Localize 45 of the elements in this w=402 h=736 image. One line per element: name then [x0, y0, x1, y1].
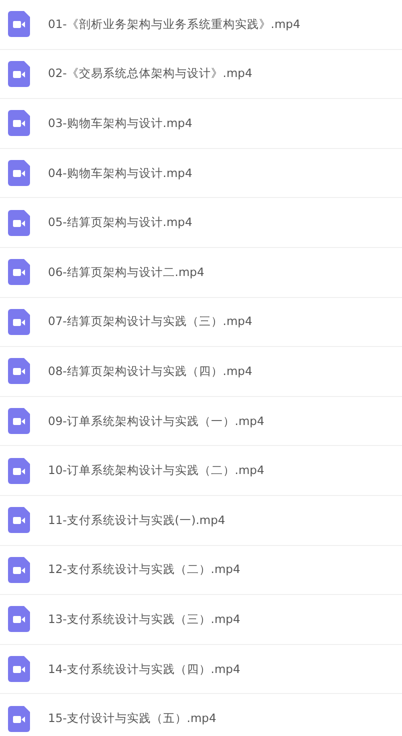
file-name: 12-支付系统设计与实践（二）.mp4: [48, 562, 240, 578]
file-row[interactable]: 10-订单系统架构设计与实践（二）.mp4: [0, 446, 402, 496]
file-name: 11-支付系统设计与实践(一).mp4: [48, 512, 226, 528]
file-row[interactable]: 12-支付系统设计与实践（二）.mp4: [0, 546, 402, 596]
file-row[interactable]: 06-结算页架构与设计二.mp4: [0, 248, 402, 298]
file-name: 13-支付系统设计与实践（三）.mp4: [48, 612, 240, 627]
video-file-icon: [8, 556, 30, 583]
file-row[interactable]: 08-结算页架构设计与实践（四）.mp4: [0, 347, 402, 397]
file-name: 01-《剖析业务架构与业务系统重构实践》.mp4: [48, 16, 300, 32]
file-row[interactable]: 04-购物车架构与设计.mp4: [0, 148, 402, 198]
video-file-icon: [8, 110, 30, 136]
video-file-icon: [8, 408, 30, 434]
file-name: 10-订单系统架构设计与实践（二）.mp4: [48, 463, 264, 478]
video-file-icon: [8, 656, 30, 682]
file-name: 09-订单系统架构设计与实践（一）.mp4: [48, 414, 264, 429]
file-row[interactable]: 13-支付系统设计与实践（三）.mp4: [0, 595, 402, 645]
file-row[interactable]: 03-购物车架构与设计.mp4: [0, 99, 402, 149]
video-file-icon: [8, 308, 30, 335]
video-file-icon: [8, 160, 30, 186]
video-file-icon: [8, 358, 30, 384]
file-name: 07-结算页架构设计与实践（三）.mp4: [48, 314, 252, 330]
file-row[interactable]: 02-《交易系统总体架构与设计》.mp4: [0, 50, 402, 100]
video-file-icon: [8, 210, 30, 236]
file-row[interactable]: 05-结算页架构与设计.mp4: [0, 198, 402, 248]
video-file-icon: [8, 259, 30, 286]
file-row[interactable]: 01-《剖析业务架构与业务系统重构实践》.mp4: [0, 0, 402, 50]
file-name: 14-支付系统设计与实践（四）.mp4: [48, 662, 240, 677]
file-name: 05-结算页架构与设计.mp4: [48, 215, 192, 230]
file-row[interactable]: 14-支付系统设计与实践（四）.mp4: [0, 644, 402, 694]
video-file-icon: [8, 706, 30, 732]
video-file-icon: [8, 507, 30, 534]
file-name: 02-《交易系统总体架构与设计》.mp4: [48, 66, 252, 82]
file-row[interactable]: 07-结算页架构设计与实践（三）.mp4: [0, 298, 402, 348]
file-name: 15-支付设计与实践（五）.mp4: [48, 711, 216, 726]
file-name: 06-结算页架构与设计二.mp4: [48, 264, 204, 280]
file-row[interactable]: 09-订单系统架构设计与实践（一）.mp4: [0, 396, 402, 446]
video-file-icon: [8, 60, 30, 87]
video-file-icon: [8, 606, 30, 632]
video-file-icon: [8, 11, 30, 38]
file-name: 08-结算页架构设计与实践（四）.mp4: [48, 364, 252, 379]
file-name: 03-购物车架构与设计.mp4: [48, 116, 192, 131]
file-name: 04-购物车架构与设计.mp4: [48, 166, 192, 181]
file-row[interactable]: 15-支付设计与实践（五）.mp4: [0, 694, 402, 736]
file-row[interactable]: 11-支付系统设计与实践(一).mp4: [0, 496, 402, 546]
video-file-icon: [8, 458, 30, 484]
